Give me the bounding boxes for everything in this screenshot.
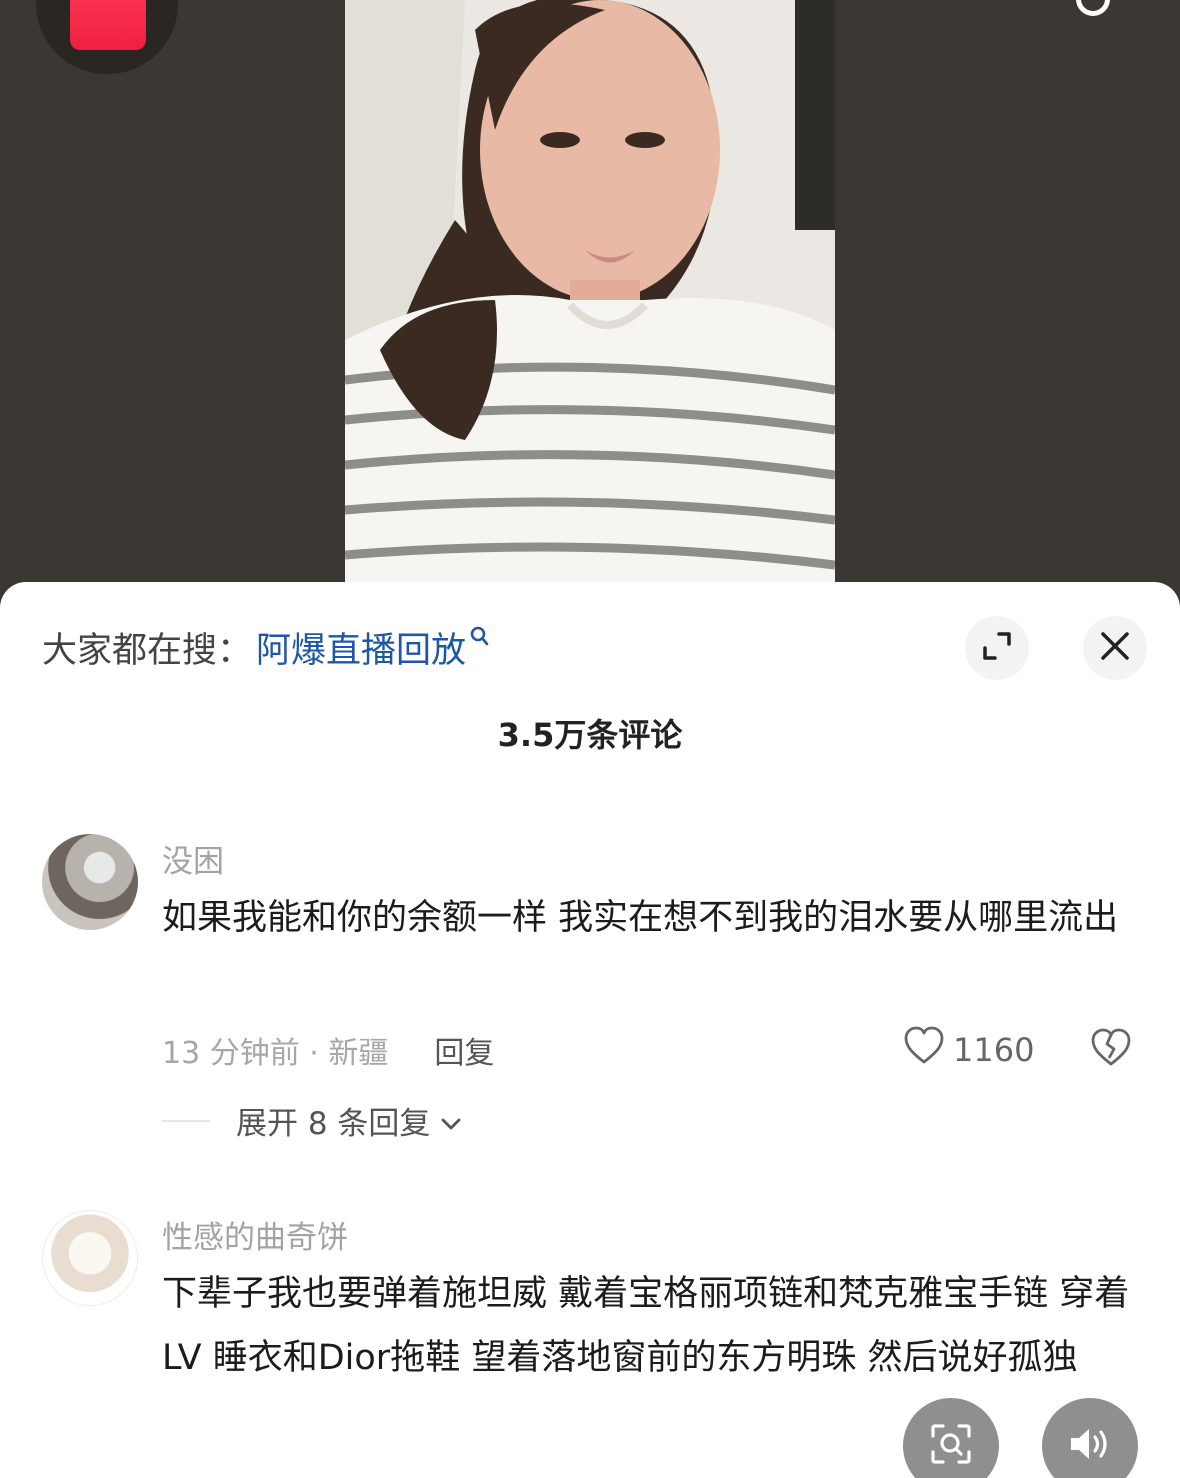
video-player[interactable] <box>0 0 1180 600</box>
comment-username[interactable]: 性感的曲奇饼 <box>162 1212 348 1257</box>
volume-button[interactable] <box>1042 1398 1138 1478</box>
avatar[interactable] <box>42 1210 138 1306</box>
close-button[interactable] <box>1083 616 1147 680</box>
comment-text: 如果我能和你的余额一样 我实在想不到我的泪水要从哪里流出 <box>162 898 1119 938</box>
heart-icon <box>903 1026 945 1074</box>
comment-time-location: 13 分钟前 · 新疆 <box>162 1036 389 1071</box>
search-icon <box>470 626 490 654</box>
expand-replies-button[interactable]: 展开 8 条回复 <box>162 1098 462 1143</box>
trending-search-bar[interactable]: 大家都在搜： 阿爆直播回放 <box>42 622 490 672</box>
search-icon[interactable] <box>1076 0 1110 16</box>
dislike-button[interactable] <box>1090 1028 1132 1072</box>
like-count: 1160 <box>953 1031 1035 1069</box>
like-button[interactable]: 1160 <box>903 1026 1034 1074</box>
comment-count-title: 3.5万条评论 <box>497 716 683 754</box>
image-search-button[interactable] <box>903 1398 999 1478</box>
volume-icon <box>1067 1424 1113 1468</box>
comment-meta: 13 分钟前 · 新疆 回复 <box>162 1028 494 1072</box>
reply-button[interactable]: 回复 <box>434 1028 494 1072</box>
video-person-image <box>345 0 835 582</box>
expand-icon <box>982 631 1012 665</box>
trending-keyword-link[interactable]: 阿爆直播回放 <box>256 622 466 673</box>
comment-text: 下辈子我也要弹着施坦威 戴着宝格丽项链和梵克雅宝手链 穿着LV 睡衣和Dior拖… <box>162 1274 1130 1378</box>
chevron-down-icon <box>440 1103 462 1139</box>
red-envelope-icon <box>70 0 146 50</box>
expand-button[interactable] <box>965 616 1029 680</box>
expand-replies-label: 展开 8 条回复 <box>236 1106 431 1142</box>
close-icon <box>1100 631 1130 665</box>
image-search-icon <box>929 1422 973 1470</box>
comment-sheet: 大家都在搜： 阿爆直播回放 3.5万条评论 没困 如果我能和你的余额一样 我实在… <box>0 582 1180 1478</box>
trending-prefix: 大家都在搜： <box>42 630 253 671</box>
broken-heart-icon <box>1090 1028 1132 1072</box>
comment-username[interactable]: 没困 <box>162 836 224 881</box>
avatar[interactable] <box>42 834 138 930</box>
video-frame <box>345 0 835 582</box>
divider <box>162 1119 210 1122</box>
red-envelope-button[interactable] <box>36 0 178 74</box>
